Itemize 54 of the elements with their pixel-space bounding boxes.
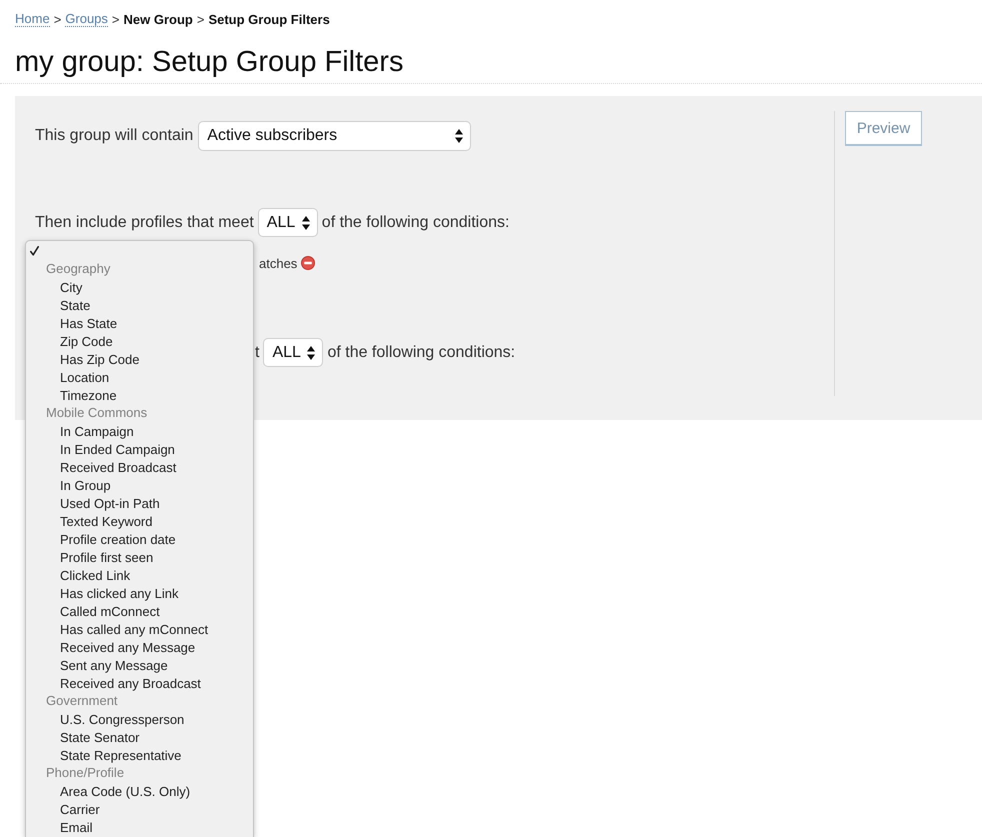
menu-option[interactable]: State Senator <box>26 728 253 746</box>
menu-option[interactable]: Called mConnect <box>26 602 253 620</box>
menu-option[interactable]: In Ended Campaign <box>26 440 253 458</box>
breadcrumb-text: New Group <box>124 11 193 28</box>
updown-arrows-icon <box>455 129 464 143</box>
menu-option[interactable]: Received Broadcast <box>26 458 253 476</box>
updown-arrows-icon <box>302 216 310 230</box>
breadcrumb-text: Setup Group Filters <box>208 11 330 28</box>
condition-text: atches <box>259 256 298 270</box>
match-select[interactable]: ALL <box>263 338 324 367</box>
menu-group-label: Geography <box>45 260 112 278</box>
menu-group-label: Mobile Commons <box>45 404 148 422</box>
menu-option[interactable]: Zip Code <box>26 332 253 350</box>
subscriber-select[interactable]: Active subscribers <box>198 121 472 151</box>
menu-option[interactable]: Received any Broadcast <box>26 674 253 692</box>
menu-option[interactable]: Has called any mConnect <box>26 620 253 638</box>
menu-option[interactable]: State <box>26 296 253 314</box>
menu-option[interactable]: Profile first seen <box>26 548 253 566</box>
menu-option[interactable]: Has clicked any Link <box>26 584 253 602</box>
menu-option[interactable]: In Campaign <box>26 422 253 440</box>
breadcrumb-link[interactable]: Home <box>15 12 50 27</box>
remove-icon[interactable] <box>301 256 316 270</box>
menu-option[interactable]: Area Code (U.S. Only) <box>26 782 253 800</box>
menu-option[interactable]: Used Opt-in Path <box>26 494 253 512</box>
menu-option[interactable]: Has Zip Code <box>26 350 253 368</box>
menu-option[interactable]: Timezone <box>26 386 253 404</box>
menu-option[interactable]: Profile creation date <box>26 530 253 548</box>
condition-suffix: of the following conditions: <box>322 214 510 232</box>
contain-label: This group will contain <box>35 127 194 145</box>
menu-option[interactable]: City <box>26 278 253 296</box>
updown-arrows-icon <box>307 346 316 360</box>
menu-group-label: Government <box>45 692 119 710</box>
condition-label: Then include profiles that meet <box>35 214 254 232</box>
breadcrumb-link[interactable]: Groups <box>65 12 108 27</box>
condition-label: t <box>255 344 260 362</box>
menu-option[interactable]: Location <box>26 368 253 386</box>
breadcrumb-separator: > <box>196 11 204 28</box>
check-icon <box>30 246 39 256</box>
menu-option[interactable]: Received any Message <box>26 638 253 656</box>
menu-option[interactable]: In Group <box>26 476 253 494</box>
menu-option[interactable]: Carrier <box>26 800 253 818</box>
menu-option[interactable]: State Representative <box>26 746 253 764</box>
page-title: my group: Setup Group Filters <box>15 45 404 80</box>
match-select[interactable]: ALL <box>258 208 318 237</box>
menu-option[interactable]: Email <box>26 818 253 836</box>
menu-option[interactable]: Has State <box>26 314 253 332</box>
menu-option[interactable]: Sent any Message <box>26 656 253 674</box>
breadcrumb-separator: > <box>54 11 62 28</box>
condition-suffix: of the following conditions: <box>327 344 516 362</box>
menu-group-label: Phone/Profile <box>45 764 126 782</box>
menu-option[interactable]: Clicked Link <box>26 566 253 584</box>
menu-option[interactable]: U.S. Congressperson <box>26 710 253 728</box>
menu-option[interactable]: Texted Keyword <box>26 512 253 530</box>
breadcrumb-separator: > <box>112 11 120 28</box>
